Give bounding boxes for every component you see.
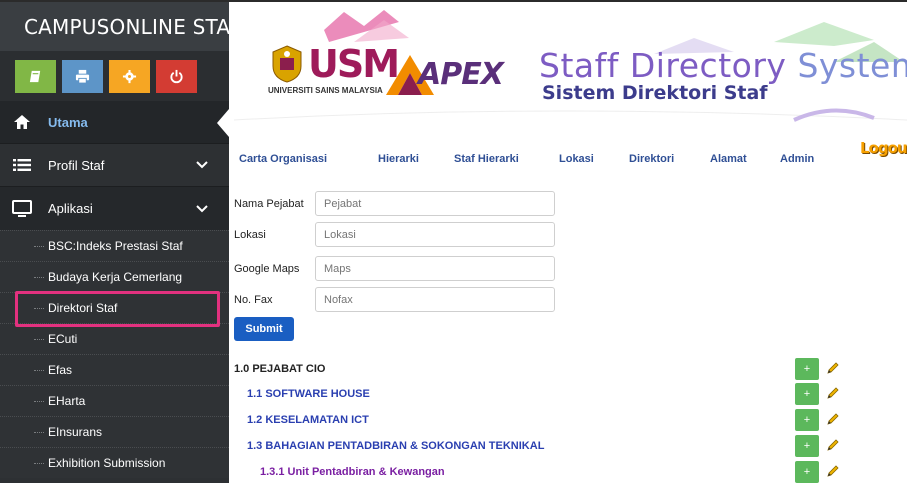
label-lokasi: Lokasi: [234, 229, 266, 241]
logout-label: Logout: [860, 139, 907, 157]
nav-carta-organisasi[interactable]: Carta Organisasi: [239, 153, 327, 165]
submenu-item-einsurans[interactable]: EInsurans: [0, 416, 229, 447]
form-row-google-maps: Google Maps: [234, 256, 555, 282]
submenu-item-direktori-staf[interactable]: Direktori Staf: [0, 292, 229, 323]
tree-row: 1.2 KESELAMATAN ICT +: [234, 408, 907, 434]
pencil-icon[interactable]: [826, 464, 840, 478]
lokasi-input[interactable]: [315, 222, 555, 247]
print-shortcut-button[interactable]: [62, 59, 103, 93]
submenu-item-exhibition[interactable]: Exhibition Submission: [0, 447, 229, 478]
brand-title: CAMPUSONLINE STAF: [24, 14, 229, 39]
tree-row: 1.0 PEJABAT CIO +: [234, 357, 907, 383]
tree-item-label[interactable]: 1.0 PEJABAT CIO: [234, 363, 326, 375]
add-button[interactable]: +: [795, 409, 819, 431]
add-button[interactable]: +: [795, 383, 819, 405]
nama-pejabat-input[interactable]: [315, 191, 555, 216]
title-english: Staff Directory System: [539, 46, 907, 85]
form-row-nama-pejabat: Nama Pejabat: [234, 191, 555, 217]
tree-item-label[interactable]: 1.3 BAHAGIAN PENTADBIRAN & SOKONGAN TEKN…: [247, 440, 544, 452]
label-google-maps: Google Maps: [234, 263, 300, 275]
logout-shortcut-button[interactable]: [156, 59, 197, 93]
title-english-part1: Staff Directory: [539, 46, 787, 85]
home-icon: [11, 112, 33, 132]
add-button[interactable]: +: [795, 435, 819, 457]
nav-lokasi[interactable]: Lokasi: [559, 153, 594, 165]
brand-bar[interactable]: CAMPUSONLINE STAF: [0, 2, 229, 51]
form-row-lokasi: Lokasi: [234, 222, 555, 248]
usm-subtitle: UNIVERSITI SAINS MALAYSIA: [268, 86, 383, 95]
no-fax-input[interactable]: [315, 287, 555, 312]
google-maps-input[interactable]: [315, 256, 555, 281]
title-malay: Sistem Direktori Staf: [542, 82, 768, 104]
form-row-no-fax: No. Fax: [234, 287, 555, 313]
usm-logo: USM UNIVERSITI SAINS MALAYSIA: [268, 42, 400, 96]
top-nav: Carta Organisasi Hierarki Staf Hierarki …: [234, 139, 907, 174]
submenu-item-bsc[interactable]: BSC:Indeks Prestasi Staf: [0, 230, 229, 261]
pencil-icon[interactable]: [826, 438, 840, 452]
label-no-fax: No. Fax: [234, 294, 273, 306]
title-english-part2: System: [797, 46, 907, 85]
logout-button[interactable]: Logout: [860, 139, 907, 161]
menu-item-utama[interactable]: Utama: [0, 101, 229, 144]
sidebar: CAMPUSONLINE STAF Utama Profil Staf Apli…: [0, 2, 229, 483]
nav-admin[interactable]: Admin: [780, 153, 814, 165]
power-icon: [170, 69, 183, 83]
monitor-icon: [11, 199, 33, 219]
submenu-item-budaya-kerja[interactable]: Budaya Kerja Cemerlang: [0, 261, 229, 292]
aplikasi-submenu: BSC:Indeks Prestasi Staf Budaya Kerja Ce…: [0, 230, 229, 478]
list-icon: [11, 155, 33, 175]
submit-button[interactable]: Submit: [234, 317, 294, 341]
tree-item-label[interactable]: 1.3.1 Unit Pentadbiran & Kewangan: [260, 466, 445, 478]
tree-item-label[interactable]: 1.1 SOFTWARE HOUSE: [247, 388, 370, 400]
apex-logo: APEX: [384, 49, 504, 99]
pencil-icon[interactable]: [826, 361, 840, 375]
nav-alamat[interactable]: Alamat: [710, 153, 747, 165]
pencil-icon[interactable]: [826, 386, 840, 400]
menu-item-aplikasi[interactable]: Aplikasi: [0, 187, 229, 230]
chevron-down-icon: [196, 204, 208, 212]
menu-label-aplikasi: Aplikasi: [48, 201, 93, 216]
menu-item-profil-staf[interactable]: Profil Staf: [0, 144, 229, 187]
gear-icon: [122, 69, 137, 83]
tree-row: 1.3 BAHAGIAN PENTADBIRAN & SOKONGAN TEKN…: [234, 434, 907, 460]
submenu-item-ecuti[interactable]: ECuti: [0, 323, 229, 354]
menu-label-profil-staf: Profil Staf: [48, 157, 105, 173]
tree-item-label[interactable]: 1.2 KESELAMATAN ICT: [247, 414, 369, 426]
book-shortcut-button[interactable]: [15, 59, 56, 93]
submenu-item-efas[interactable]: Efas: [0, 354, 229, 385]
nav-hierarki[interactable]: Hierarki: [378, 153, 419, 165]
add-button[interactable]: +: [795, 461, 819, 483]
print-icon: [75, 69, 90, 84]
nav-staf-hierarki[interactable]: Staf Hierarki: [454, 153, 519, 165]
add-button[interactable]: +: [795, 358, 819, 380]
tree-row: 1.3.1 Unit Pentadbiran & Kewangan +: [234, 460, 907, 483]
submenu-item-eharta[interactable]: EHarta: [0, 385, 229, 416]
active-indicator: [217, 109, 229, 137]
tree-row: 1.1 SOFTWARE HOUSE +: [234, 382, 907, 408]
settings-shortcut-button[interactable]: [109, 59, 150, 93]
pencil-icon[interactable]: [826, 412, 840, 426]
nav-direktori[interactable]: Direktori: [629, 153, 674, 165]
book-icon: [29, 70, 41, 82]
apex-wordmark: APEX: [418, 57, 504, 92]
crest-icon: [272, 45, 302, 83]
chevron-down-icon: [196, 161, 208, 169]
shortcut-bar: [0, 51, 229, 101]
menu-label-utama: Utama: [48, 114, 88, 130]
header-banner: USM UNIVERSITI SAINS MALAYSIA APEX Staff…: [234, 2, 907, 130]
label-nama-pejabat: Nama Pejabat: [234, 198, 304, 210]
